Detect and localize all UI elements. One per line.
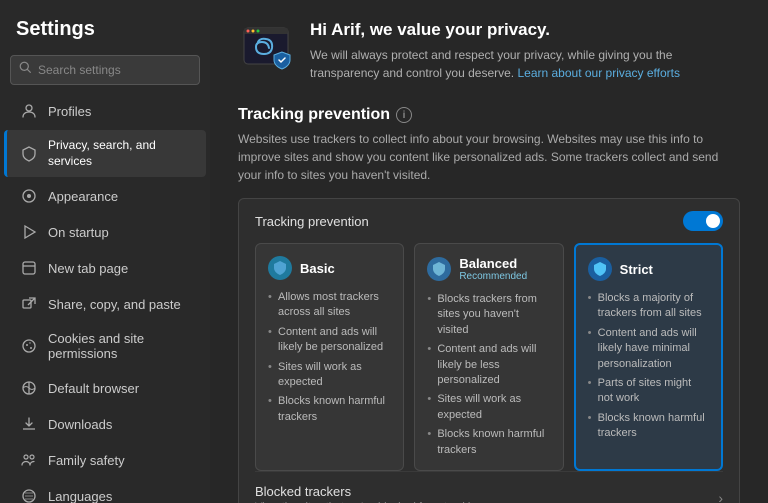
balanced-title: Balanced bbox=[459, 256, 527, 271]
startup-icon bbox=[20, 223, 38, 241]
strict-card-header: Strict bbox=[588, 257, 709, 281]
sidebar-item-share-label: Share, copy, and paste bbox=[48, 297, 181, 312]
basic-title: Basic bbox=[300, 261, 335, 276]
family-icon bbox=[20, 451, 38, 469]
hero-title: Hi Arif, we value your privacy. bbox=[310, 20, 740, 40]
strict-bullet-0: Blocks a majority of trackers from all s… bbox=[588, 291, 709, 322]
search-input[interactable] bbox=[38, 63, 191, 77]
tracking-section-title: Tracking prevention i bbox=[238, 106, 740, 124]
sidebar: Settings Profiles Privacy, search, and s… bbox=[0, 0, 210, 503]
tracking-info-icon[interactable]: i bbox=[396, 107, 412, 123]
sidebar-item-languages-label: Languages bbox=[48, 489, 112, 503]
sidebar-item-default[interactable]: Default browser bbox=[4, 371, 206, 405]
default-browser-icon bbox=[20, 379, 38, 397]
sidebar-title: Settings bbox=[0, 0, 210, 51]
basic-bullet-0: Allows most trackers across all sites bbox=[268, 290, 391, 321]
sidebar-item-languages[interactable]: Languages bbox=[4, 479, 206, 503]
newtab-icon bbox=[20, 259, 38, 277]
blocked-trackers-chevron: › bbox=[718, 490, 723, 503]
balanced-bullet-3: Blocks known harmful trackers bbox=[427, 427, 550, 458]
balanced-bullets: Blocks trackers from sites you haven't v… bbox=[427, 292, 550, 458]
sidebar-item-privacy[interactable]: Privacy, search, and services bbox=[4, 130, 206, 177]
hero-description: We will always protect and respect your … bbox=[310, 46, 740, 82]
strict-icon bbox=[588, 257, 612, 281]
basic-card[interactable]: Basic Allows most trackers across all si… bbox=[255, 243, 404, 471]
hero-text: Hi Arif, we value your privacy. We will … bbox=[310, 20, 740, 82]
basic-bullets: Allows most trackers across all sites Co… bbox=[268, 290, 391, 425]
sidebar-search-box[interactable] bbox=[10, 55, 200, 85]
tracking-toggle[interactable] bbox=[683, 211, 723, 231]
basic-card-header: Basic bbox=[268, 256, 391, 280]
sidebar-item-appearance[interactable]: Appearance bbox=[4, 179, 206, 213]
privacy-icon bbox=[20, 145, 38, 163]
sidebar-item-cookies[interactable]: Cookies and site permissions bbox=[4, 323, 206, 369]
balanced-card[interactable]: Balanced Recommended Blocks trackers fro… bbox=[414, 243, 563, 471]
sidebar-item-startup-label: On startup bbox=[48, 225, 109, 240]
sidebar-item-default-label: Default browser bbox=[48, 381, 139, 396]
blocked-trackers-title: Blocked trackers bbox=[255, 484, 718, 499]
privacy-link[interactable]: Learn about our privacy efforts bbox=[517, 66, 680, 80]
sidebar-item-appearance-label: Appearance bbox=[48, 189, 118, 204]
basic-icon bbox=[268, 256, 292, 280]
balanced-icon bbox=[427, 257, 451, 281]
sidebar-item-privacy-label: Privacy, search, and services bbox=[48, 138, 190, 169]
balanced-bullet-1: Content and ads will likely be less pers… bbox=[427, 342, 550, 388]
basic-bullet-2: Sites will work as expected bbox=[268, 360, 391, 391]
balanced-card-header: Balanced Recommended bbox=[427, 256, 550, 282]
sidebar-item-downloads[interactable]: Downloads bbox=[4, 407, 206, 441]
search-icon bbox=[19, 61, 32, 79]
sidebar-item-profiles[interactable]: Profiles bbox=[4, 94, 206, 128]
sidebar-item-cookies-label: Cookies and site permissions bbox=[48, 331, 190, 361]
sidebar-item-startup[interactable]: On startup bbox=[4, 215, 206, 249]
balanced-bullet-0: Blocks trackers from sites you haven't v… bbox=[427, 292, 550, 338]
profiles-icon bbox=[20, 102, 38, 120]
sidebar-item-family-label: Family safety bbox=[48, 453, 125, 468]
strict-card[interactable]: Strict Blocks a majority of trackers fro… bbox=[574, 243, 723, 471]
sidebar-item-profiles-label: Profiles bbox=[48, 104, 91, 119]
basic-bullet-3: Blocks known harmful trackers bbox=[268, 394, 391, 425]
sidebar-item-share[interactable]: Share, copy, and paste bbox=[4, 287, 206, 321]
share-icon bbox=[20, 295, 38, 313]
prevention-cards: Basic Allows most trackers across all si… bbox=[255, 243, 723, 471]
strict-bullet-3: Blocks known harmful trackers bbox=[588, 411, 709, 442]
hero-icon bbox=[238, 20, 294, 76]
blocked-trackers-row[interactable]: Blocked trackers View the sites that we'… bbox=[255, 471, 723, 503]
basic-bullet-1: Content and ads will likely be personali… bbox=[268, 325, 391, 356]
balanced-bullet-2: Sites will work as expected bbox=[427, 392, 550, 423]
cookies-icon bbox=[20, 337, 38, 355]
sidebar-item-family[interactable]: Family safety bbox=[4, 443, 206, 477]
tracking-prevention-box: Tracking prevention Basic Allows most tr… bbox=[238, 198, 740, 503]
strict-bullet-2: Parts of sites might not work bbox=[588, 376, 709, 407]
languages-icon bbox=[20, 487, 38, 503]
sidebar-item-newtab[interactable]: New tab page bbox=[4, 251, 206, 285]
strict-title: Strict bbox=[620, 262, 653, 277]
main-content: Hi Arif, we value your privacy. We will … bbox=[210, 0, 768, 503]
privacy-hero: Hi Arif, we value your privacy. We will … bbox=[238, 20, 740, 82]
strict-bullets: Blocks a majority of trackers from all s… bbox=[588, 291, 709, 442]
tracking-section-desc: Websites use trackers to collect info ab… bbox=[238, 130, 740, 184]
sidebar-item-newtab-label: New tab page bbox=[48, 261, 128, 276]
appearance-icon bbox=[20, 187, 38, 205]
tracking-toggle-label: Tracking prevention bbox=[255, 214, 369, 229]
sidebar-nav: Profiles Privacy, search, and services A… bbox=[0, 93, 210, 503]
sidebar-item-downloads-label: Downloads bbox=[48, 417, 112, 432]
strict-bullet-1: Content and ads will likely have minimal… bbox=[588, 326, 709, 372]
downloads-icon bbox=[20, 415, 38, 433]
balanced-subtitle: Recommended bbox=[459, 271, 527, 282]
tracking-toggle-row: Tracking prevention bbox=[255, 211, 723, 231]
